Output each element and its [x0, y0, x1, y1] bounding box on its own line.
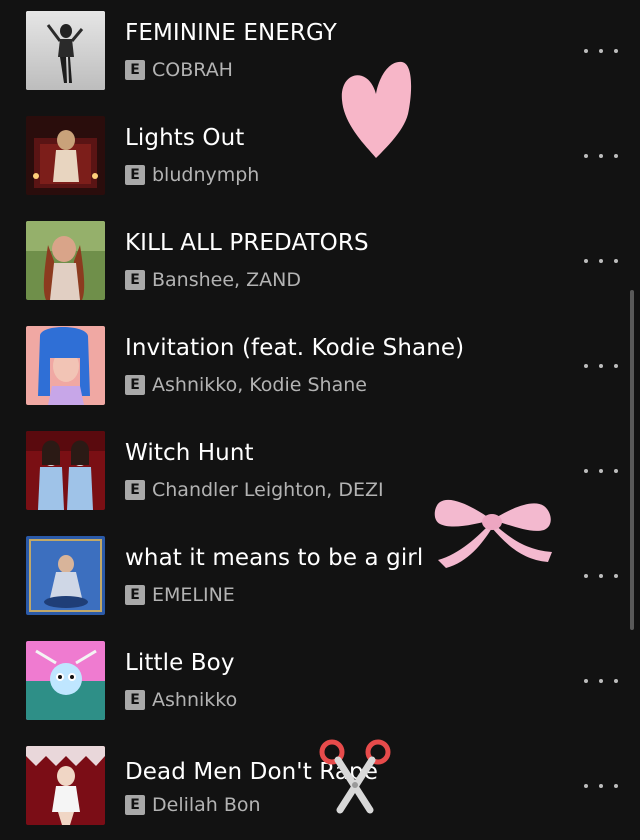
- more-options-icon[interactable]: [584, 775, 618, 797]
- album-art: [26, 11, 105, 90]
- more-options-icon[interactable]: [584, 145, 618, 167]
- explicit-badge: E: [125, 270, 145, 290]
- track-meta: E COBRAH: [125, 59, 233, 81]
- track-artist: Ashnikko: [152, 689, 238, 711]
- track-row[interactable]: KILL ALL PREDATORS E Banshee, ZAND: [0, 210, 640, 315]
- track-row[interactable]: Invitation (feat. Kodie Shane) E Ashnikk…: [0, 315, 640, 420]
- track-artist: Chandler Leighton, DEZI: [152, 479, 384, 501]
- album-art: [26, 536, 105, 615]
- track-meta: E Delilah Bon: [125, 794, 261, 816]
- explicit-badge: E: [125, 480, 145, 500]
- track-meta: E Ashnikko, Kodie Shane: [125, 374, 367, 396]
- explicit-badge: E: [125, 690, 145, 710]
- track-artist: Delilah Bon: [152, 794, 261, 816]
- track-meta: E EMELINE: [125, 584, 235, 606]
- track-title: KILL ALL PREDATORS: [125, 230, 369, 256]
- more-options-icon[interactable]: [584, 355, 618, 377]
- more-options-icon[interactable]: [584, 565, 618, 587]
- album-art: [26, 326, 105, 405]
- explicit-badge: E: [125, 60, 145, 80]
- album-art: [26, 641, 105, 720]
- explicit-badge: E: [125, 165, 145, 185]
- track-meta: E Banshee, ZAND: [125, 269, 301, 291]
- track-artist: Ashnikko, Kodie Shane: [152, 374, 367, 396]
- album-art: [26, 431, 105, 510]
- track-meta: E Ashnikko: [125, 689, 237, 711]
- more-options-icon[interactable]: [584, 250, 618, 272]
- track-artist: Banshee, ZAND: [152, 269, 301, 291]
- track-artist: bludnymph: [152, 164, 260, 186]
- scrollbar[interactable]: [630, 290, 634, 630]
- track-row[interactable]: Lights Out E bludnymph: [0, 105, 640, 210]
- track-artist: EMELINE: [152, 584, 235, 606]
- track-list: FEMININE ENERGY E COBRAH Lights Out E bl…: [0, 0, 640, 840]
- album-art: [26, 746, 105, 825]
- track-meta: E bludnymph: [125, 164, 259, 186]
- more-options-icon[interactable]: [584, 460, 618, 482]
- track-title: Lights Out: [125, 125, 245, 151]
- album-art: [26, 116, 105, 195]
- track-title: FEMININE ENERGY: [125, 20, 337, 46]
- more-options-icon[interactable]: [584, 40, 618, 62]
- track-title: Little Boy: [125, 650, 235, 676]
- track-title: Witch Hunt: [125, 440, 254, 466]
- explicit-badge: E: [125, 795, 145, 815]
- explicit-badge: E: [125, 375, 145, 395]
- track-row[interactable]: Little Boy E Ashnikko: [0, 630, 640, 735]
- bow-sticker: [434, 499, 552, 568]
- track-meta: E Chandler Leighton, DEZI: [125, 479, 384, 501]
- album-art: [26, 221, 105, 300]
- scissors-sticker: [319, 739, 391, 814]
- track-artist: COBRAH: [152, 59, 233, 81]
- track-row[interactable]: FEMININE ENERGY E COBRAH: [0, 0, 640, 105]
- explicit-badge: E: [125, 585, 145, 605]
- more-options-icon[interactable]: [584, 670, 618, 692]
- track-title: Invitation (feat. Kodie Shane): [125, 335, 465, 361]
- heart-sticker: [341, 61, 412, 158]
- track-title: what it means to be a girl: [125, 545, 424, 571]
